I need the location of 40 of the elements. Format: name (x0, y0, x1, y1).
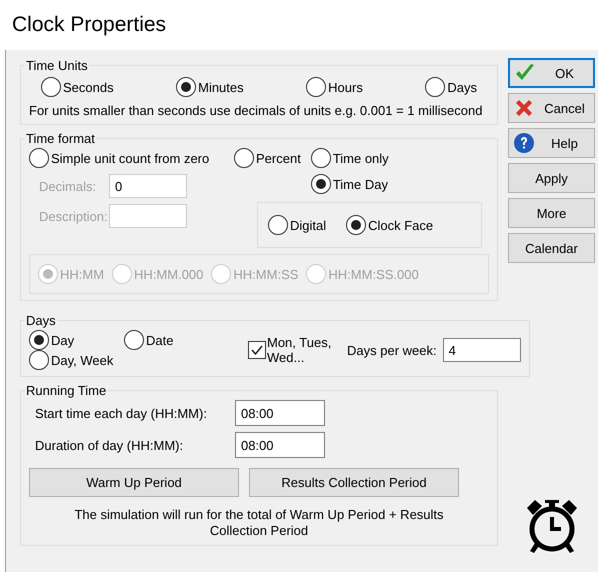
radio-button[interactable]: Clock Face (346, 215, 434, 235)
dialog-button[interactable]: OK (508, 58, 595, 88)
radio-button[interactable]: Days (425, 77, 477, 97)
radio-button[interactable]: Digital (268, 215, 326, 235)
group-title: Time format (25, 131, 96, 146)
field-label: Decimals: (38, 178, 98, 194)
input-field[interactable]: 08:00 (235, 432, 325, 458)
field-label: Description: (38, 208, 109, 224)
group-title: Days (25, 313, 57, 328)
dialog-button[interactable]: Calendar (508, 233, 595, 263)
radio-button[interactable]: Time only (310, 148, 389, 168)
field-label: Days per week: (347, 342, 437, 358)
dialog-button[interactable]: More (508, 198, 595, 228)
radio-button[interactable]: Percent (234, 148, 301, 168)
input-field[interactable]: 4 (442, 338, 521, 362)
hint-text: The simulation will run for the total of Warm Up Period + Results Collection Period (73, 507, 445, 539)
period-button[interactable]: Warm Up Period (29, 468, 239, 497)
checkbox[interactable]: Mon, Tues, Wed... (248, 335, 337, 365)
radio-button[interactable]: Day, Week (29, 350, 114, 370)
alarm-clock-icon (524, 498, 578, 554)
radio-button[interactable]: Hours (306, 77, 363, 97)
radio-button[interactable]: Seconds (41, 77, 114, 97)
group-title: Running Time (25, 383, 108, 398)
radio-button[interactable]: Minutes (176, 77, 244, 97)
radio-button[interactable]: Simple unit count from zero (29, 148, 234, 168)
window-title: Clock Properties (12, 13, 166, 37)
field-label: Start time each day (HH:MM): (34, 406, 208, 420)
radio-button[interactable]: Time Day (310, 174, 389, 194)
hint-text: For units smaller than seconds use decimals of units e.g. 0.001 = 1 millisecond (29, 103, 484, 118)
check-icon (250, 343, 264, 357)
help-icon (513, 132, 535, 154)
radio-button[interactable]: Day (29, 330, 74, 350)
group-title: Time Units (25, 58, 89, 73)
dialog-button[interactable]: Help (508, 128, 595, 158)
radio-button[interactable]: Date (124, 330, 174, 350)
period-button[interactable]: Results Collection Period (249, 468, 459, 497)
field-label: Duration of day (HH:MM): (34, 438, 184, 452)
input-field[interactable]: 08:00 (235, 400, 325, 426)
dialog-button[interactable]: Apply (508, 163, 595, 193)
dialog-button[interactable]: Cancel (508, 93, 595, 123)
